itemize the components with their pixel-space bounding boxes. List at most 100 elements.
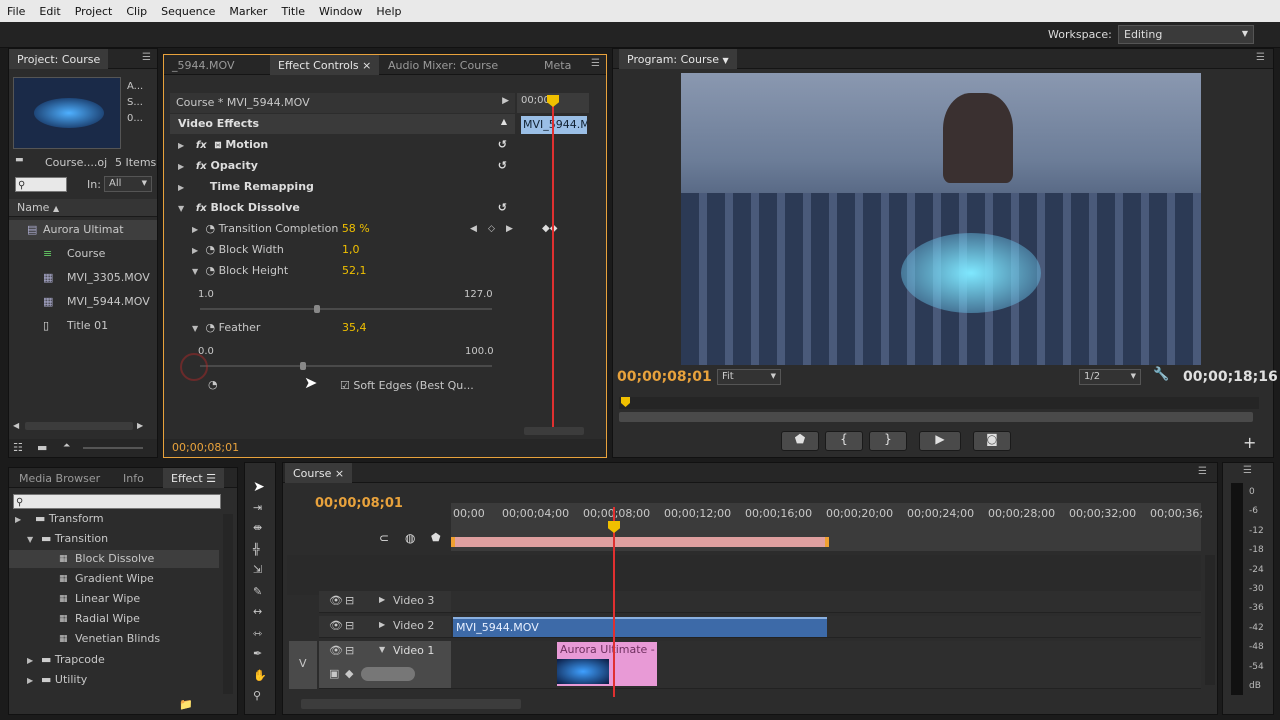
tree-item[interactable]: ▦ Venetian Blinds: [9, 630, 219, 648]
timeline-timecode[interactable]: 00;00;08;01: [315, 496, 403, 511]
expand-icon[interactable]: ▶: [379, 620, 385, 629]
expand-timeline-icon[interactable]: ▶: [502, 96, 509, 106]
expand-icon[interactable]: ▶: [178, 178, 188, 198]
clip-mvi-5944[interactable]: MVI_5944.MOV: [453, 617, 827, 637]
zoom-out-icon[interactable]: ⏶: [63, 441, 70, 451]
mark-out-button[interactable]: }: [869, 431, 907, 451]
close-icon[interactable]: ×: [362, 59, 371, 72]
tree-item[interactable]: ▦ Linear Wipe: [9, 590, 219, 608]
work-area-out-handle[interactable]: [825, 537, 829, 547]
list-view-icon[interactable]: ☷: [13, 441, 23, 454]
source-patch-v[interactable]: V: [289, 641, 317, 689]
feather-slider[interactable]: [200, 362, 492, 370]
next-keyframe-icon[interactable]: ▶: [506, 219, 513, 239]
panel-menu-icon[interactable]: ☰: [206, 472, 216, 485]
name-column-header[interactable]: Name ▲: [9, 199, 157, 217]
param-value[interactable]: 1,0: [342, 240, 360, 260]
stopwatch-icon[interactable]: ◔: [206, 243, 216, 256]
snap-icon[interactable]: ⊂: [379, 531, 389, 545]
timeline-hscrollbar[interactable]: [301, 699, 521, 709]
expand-icon[interactable]: ▶: [27, 652, 37, 670]
tab-project[interactable]: Project: Course: [9, 49, 109, 69]
selection-tool-icon[interactable]: ➤: [253, 479, 265, 495]
export-frame-button[interactable]: ◙: [973, 431, 1011, 451]
expand-icon[interactable]: ▶: [192, 220, 202, 240]
collapse-icon[interactable]: ▼: [178, 199, 188, 219]
collapse-icon[interactable]: ▼: [192, 319, 202, 339]
expand-icon[interactable]: ▶: [178, 136, 188, 156]
collapse-icon[interactable]: ▼: [379, 645, 385, 654]
razor-icon[interactable]: ✎: [253, 585, 262, 598]
zoom-icon[interactable]: ⚲: [253, 689, 261, 702]
slider-thumb[interactable]: [314, 305, 320, 313]
scroll-left-icon[interactable]: ◀: [13, 421, 19, 430]
workspace-dropdown[interactable]: Editing: [1118, 25, 1254, 44]
panel-menu-icon[interactable]: ☰: [1198, 466, 1207, 477]
project-item[interactable]: ≡ Course: [9, 244, 157, 264]
param-value[interactable]: 58 %: [342, 222, 370, 235]
tree-item[interactable]: ▦ Block Dissolve: [9, 550, 219, 568]
rate-stretch-icon[interactable]: ⇲: [253, 563, 262, 576]
sync-lock-icon[interactable]: ⊟: [345, 594, 354, 607]
block-height-slider[interactable]: [200, 305, 492, 313]
tree-item[interactable]: ▶ ▬ Utility: [27, 671, 227, 689]
timeline-playhead[interactable]: [613, 507, 615, 697]
effect-opacity[interactable]: ▶ fx Opacity ↺: [178, 156, 513, 176]
menu-project[interactable]: Project: [68, 5, 120, 18]
effects-vscrollbar[interactable]: [223, 514, 233, 694]
fx-icon[interactable]: fx: [196, 140, 207, 151]
collapse-icon[interactable]: ▲: [501, 117, 507, 126]
expand-icon[interactable]: ▶: [379, 595, 385, 604]
ec-clip-bar[interactable]: MVI_5944.MOV: [521, 116, 587, 134]
tab-effect-controls[interactable]: Effect Controls ×: [270, 55, 380, 75]
menu-file[interactable]: File: [0, 5, 32, 18]
pen-icon[interactable]: ✒: [253, 647, 262, 660]
resolution-dropdown[interactable]: 1/2: [1079, 369, 1141, 385]
add-keyframe-icon[interactable]: ◇: [488, 219, 495, 239]
track-select-icon[interactable]: ⇥: [253, 501, 262, 514]
ec-playhead[interactable]: [552, 99, 554, 427]
effect-block-dissolve[interactable]: ▼ fx Block Dissolve ↺: [178, 198, 513, 218]
sync-lock-icon[interactable]: ⊟: [345, 644, 354, 657]
program-timecode[interactable]: 00;00;08;01: [617, 369, 712, 385]
reset-icon[interactable]: ↺: [498, 135, 507, 155]
zoom-slider[interactable]: [83, 447, 143, 449]
icon-view-icon[interactable]: ▬: [37, 441, 47, 454]
display-style-icon[interactable]: ▣: [329, 667, 339, 680]
stopwatch-icon[interactable]: ◔: [208, 378, 218, 391]
stopwatch-icon[interactable]: ◔: [206, 321, 216, 334]
fit-dropdown[interactable]: Fit: [717, 369, 781, 385]
keyframe-nav[interactable]: [361, 667, 415, 681]
eye-icon[interactable]: 👁: [329, 594, 343, 607]
tab-program[interactable]: Program: Course ▼: [619, 49, 737, 69]
menu-help[interactable]: Help: [369, 5, 408, 18]
effect-motion[interactable]: ▶ fx ⧈ Motion ↺: [178, 135, 513, 155]
rolling-edit-icon[interactable]: ╬: [253, 543, 260, 556]
timeline-vscrollbar[interactable]: [1205, 555, 1215, 685]
tree-item[interactable]: ▦ Radial Wipe: [9, 610, 219, 628]
collapse-icon[interactable]: ▼: [192, 262, 202, 282]
project-item[interactable]: ▦ MVI_5944.MOV: [9, 292, 157, 312]
checkbox-checked-icon[interactable]: ☑: [340, 379, 350, 392]
work-area-in-handle[interactable]: [451, 537, 455, 547]
param-value[interactable]: 52,1: [342, 261, 367, 281]
scroll-right-icon[interactable]: ▶: [137, 421, 143, 430]
tab-effects[interactable]: Effect ☰: [163, 468, 225, 488]
keyframe-icon[interactable]: ◆: [345, 667, 353, 680]
keyframe-marker-icon[interactable]: ◆◆: [542, 219, 557, 239]
timeline-ruler[interactable]: 00;00 00;00;04;00 00;00;08;00 00;00;12;0…: [451, 503, 1203, 551]
tree-item[interactable]: ▶ ▬ Trapcode: [27, 651, 227, 669]
reset-icon[interactable]: ↺: [498, 198, 507, 218]
panel-menu-icon[interactable]: ☰: [1256, 52, 1265, 63]
play-button[interactable]: ▶: [919, 431, 961, 451]
ec-hscrollbar[interactable]: [524, 427, 584, 435]
panel-menu-icon[interactable]: ☰: [1243, 465, 1252, 476]
mark-in-button[interactable]: {: [825, 431, 863, 451]
effects-search-input[interactable]: ⚲: [13, 494, 221, 509]
panel-menu-icon[interactable]: ☰: [142, 52, 151, 63]
program-time-ruler[interactable]: [619, 397, 1259, 409]
menu-title[interactable]: Title: [274, 5, 312, 18]
effect-time-remapping[interactable]: ▶ Time Remapping: [178, 177, 513, 197]
project-item[interactable]: ▤ Aurora Ultimat: [9, 220, 157, 240]
tree-item[interactable]: ▦ Gradient Wipe: [9, 570, 219, 588]
